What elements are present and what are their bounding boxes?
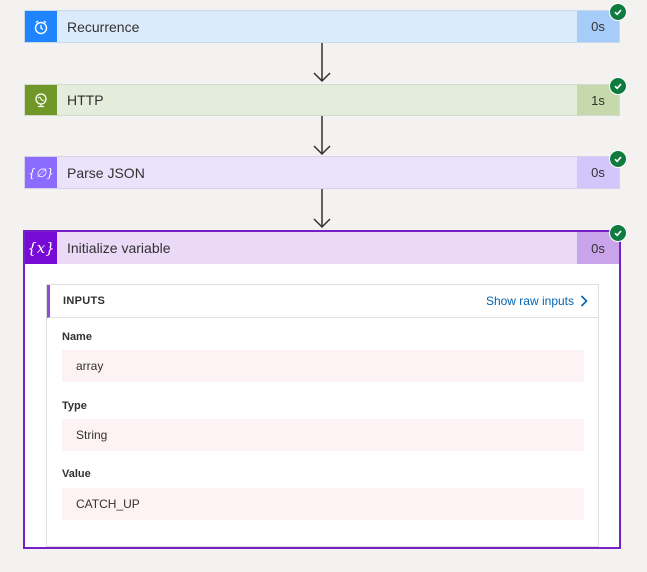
variable-icon: {x} <box>25 232 57 264</box>
success-check-icon <box>609 150 627 168</box>
show-raw-inputs-label: Show raw inputs <box>485 294 574 308</box>
success-check-icon <box>609 3 627 21</box>
inputs-title: INPUTS <box>63 295 106 307</box>
field-value-name: array <box>62 350 584 382</box>
flow-arrow <box>313 116 331 156</box>
step-recurrence[interactable]: Recurrence 0s <box>24 10 620 43</box>
step-parse-json[interactable]: {∅} Parse JSON 0s <box>24 156 620 189</box>
braces-icon: {∅} <box>25 157 57 188</box>
step-title: Recurrence <box>67 18 140 35</box>
step-header[interactable]: {x} Initialize variable 0s <box>25 232 619 264</box>
braces-icon-glyph: {∅} <box>28 165 54 180</box>
step-title: HTTP <box>67 92 104 108</box>
inputs-panel: INPUTS Show raw inputs Name array Type S… <box>46 284 599 547</box>
field-label-value: Value <box>62 468 91 480</box>
field-label-name: Name <box>62 331 92 343</box>
flow-arrow <box>313 189 331 229</box>
globe-icon <box>25 85 57 115</box>
alarm-clock-icon <box>25 11 57 42</box>
flow-arrow <box>313 43 331 83</box>
field-value-type: String <box>62 419 584 451</box>
field-label-type: Type <box>62 400 87 412</box>
field-value-value: CATCH_UP <box>62 488 584 520</box>
show-raw-inputs-link[interactable]: Show raw inputs <box>486 294 598 308</box>
success-check-icon <box>609 224 627 242</box>
step-http[interactable]: HTTP 1s <box>24 84 620 116</box>
success-check-icon <box>609 77 627 95</box>
step-title: Parse JSON <box>67 164 145 181</box>
step-initialize-variable[interactable]: {x} Initialize variable 0s INPUTS Show r… <box>23 230 621 549</box>
step-title: Initialize variable <box>67 240 171 256</box>
inputs-header: INPUTS Show raw inputs <box>47 285 598 318</box>
chevron-right-icon <box>580 295 588 307</box>
